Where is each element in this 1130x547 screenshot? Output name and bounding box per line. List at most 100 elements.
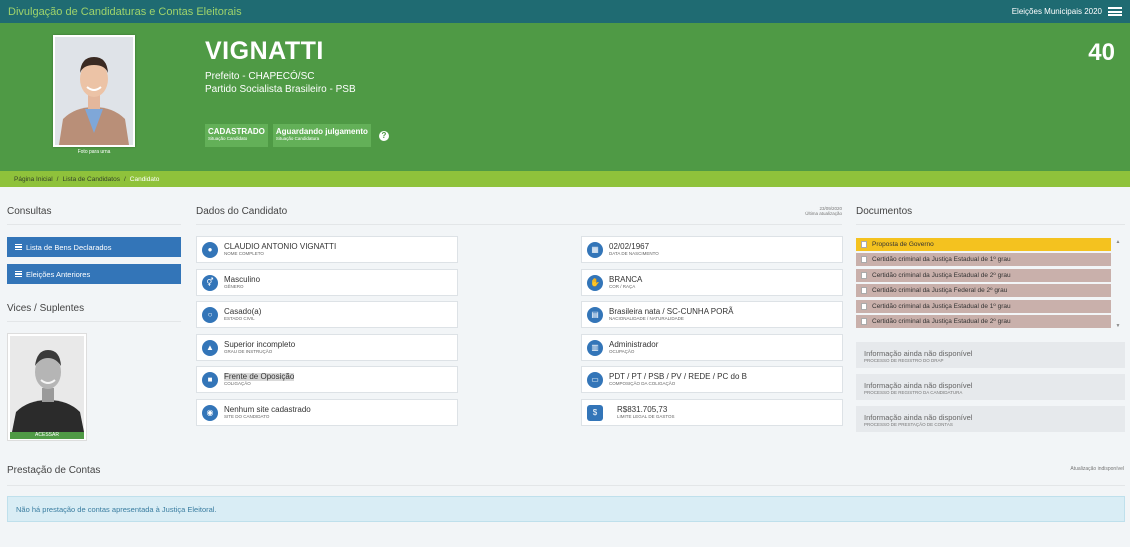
list-icon bbox=[15, 244, 22, 250]
file-icon bbox=[861, 302, 867, 310]
document-label: Certidão criminal da Justiça Estadual de… bbox=[872, 271, 1011, 279]
consultas-title: Consultas bbox=[7, 206, 52, 217]
divider bbox=[7, 224, 181, 225]
candidate-header: Foto para urna VIGNATTI Prefeito - CHAPE… bbox=[0, 23, 1130, 171]
gender-value: Masculino bbox=[224, 274, 261, 284]
scroll-up-icon[interactable]: ▲ bbox=[1114, 238, 1122, 246]
coalition-composition-value: PDT / PT / PSB / PV / REDE / PC do B bbox=[609, 371, 747, 381]
full-name-label: NOME COMPLETO bbox=[224, 250, 264, 256]
birth-date-value: 02/02/1967 bbox=[609, 241, 650, 251]
field-coalition-composition: ▭ PDT / PT / PSB / PV / REDE / PC do B CO… bbox=[581, 366, 843, 393]
coalition-value: Frente de Oposição bbox=[224, 371, 295, 381]
menu-icon[interactable] bbox=[1108, 7, 1122, 16]
document-item[interactable]: Certidão criminal da Justiça Estadual de… bbox=[856, 314, 1111, 328]
field-website: ◉ Nenhum site cadastrado SITE DO CANDIDAT… bbox=[196, 399, 458, 426]
topbar-right: Eleições Municipais 2020 bbox=[1012, 7, 1122, 16]
top-bar: Divulgação de Candidaturas e Contas Elei… bbox=[0, 0, 1130, 23]
gender-label: GÊNERO bbox=[224, 283, 244, 289]
bens-declarados-button[interactable]: Lista de Bens Declarados bbox=[7, 237, 181, 257]
candidate-photo-block: Foto para urna bbox=[53, 35, 135, 155]
info-card-prestacao: Informação ainda não disponível PROCESSO… bbox=[856, 406, 1125, 432]
map-icon: ▤ bbox=[587, 306, 603, 323]
vice-access-button[interactable]: ACESSAR bbox=[10, 432, 84, 439]
candidacy-status-badge: Aguardando julgamento Situação Candidatu… bbox=[272, 124, 371, 147]
coalition-label: COLIGAÇÃO bbox=[224, 380, 251, 386]
breadcrumb-list[interactable]: Lista de Candidatos bbox=[62, 176, 119, 183]
candidate-photo bbox=[53, 35, 135, 147]
globe-icon: ◉ bbox=[202, 404, 218, 421]
file-icon bbox=[861, 271, 867, 279]
help-icon[interactable]: ? bbox=[378, 130, 389, 141]
last-update-note: 23/09/2020 Última atualização bbox=[780, 206, 842, 217]
candidate-office: Prefeito - CHAPECÓ/SC bbox=[205, 71, 315, 82]
dados-title: Dados do Candidato bbox=[196, 206, 288, 217]
prestacao-title: Prestação de Contas bbox=[7, 465, 101, 476]
candidate-party: Partido Socialista Brasileiro - PSB bbox=[205, 84, 356, 95]
calendar-icon: ▦ bbox=[587, 241, 603, 258]
field-gender: ⚥ Masculino GÊNERO bbox=[196, 269, 458, 296]
field-occupation: ▥ Administrador OCUPAÇÃO bbox=[581, 334, 843, 361]
race-value: BRANCA bbox=[609, 274, 643, 284]
document-label: Certidão criminal da Justiça Estadual de… bbox=[872, 256, 1011, 264]
document-label: Certidão criminal da Justiça Federal de … bbox=[872, 287, 1008, 295]
hand-icon: ✋ bbox=[587, 274, 603, 291]
document-item[interactable]: Proposta de Governo bbox=[856, 238, 1111, 251]
candidate-number: 40 bbox=[1088, 39, 1115, 66]
eleicoes-anteriores-button[interactable]: Eleições Anteriores bbox=[7, 264, 181, 284]
prestacao-alert: Não há prestação de contas apresentada à… bbox=[7, 496, 1125, 522]
person-portrait-icon bbox=[55, 37, 133, 145]
info-card-sub: PROCESSO DE PRESTAÇÃO DE CONTAS bbox=[864, 421, 953, 427]
info-card-drap: Informação ainda não disponível PROCESSO… bbox=[856, 342, 1125, 368]
field-nationality: ▤ Brasileira nata / SC-CUNHA PORÃ NACIONA… bbox=[581, 301, 843, 328]
field-birth-date: ▦ 02/02/1967 DATA DE NASCIMENTO bbox=[581, 236, 843, 263]
user-icon: ● bbox=[202, 241, 218, 258]
file-icon bbox=[861, 256, 867, 264]
field-coalition: ■ Frente de Oposição COLIGAÇÃO bbox=[196, 366, 458, 393]
divider bbox=[196, 224, 842, 225]
bens-declarados-label: Lista de Bens Declarados bbox=[26, 242, 112, 252]
status-badges: CADASTRADO Situação Candidato Aguardando… bbox=[205, 124, 389, 147]
document-item[interactable]: Certidão criminal da Justiça Estadual de… bbox=[856, 299, 1111, 313]
app-title[interactable]: Divulgação de Candidaturas e Contas Elei… bbox=[8, 6, 242, 18]
registration-status-sub: Situação Candidato bbox=[208, 136, 248, 141]
candidate-name: VIGNATTI bbox=[205, 37, 324, 65]
vices-title: Vices / Suplentes bbox=[7, 303, 85, 314]
breadcrumb-home[interactable]: Página Inicial bbox=[14, 176, 53, 183]
file-icon bbox=[861, 287, 867, 295]
field-marital-status: ○ Casado(a) ESTADO CIVIL bbox=[196, 301, 458, 328]
coalition-composition-label: COMPOSIÇÃO DA COLIGAÇÃO bbox=[609, 380, 676, 386]
document-label: Certidão criminal da Justiça Estadual de… bbox=[872, 317, 1011, 325]
documentos-title: Documentos bbox=[856, 206, 913, 217]
person-portrait-icon bbox=[10, 336, 84, 432]
documents-list: Proposta de Governo Certidão criminal da… bbox=[856, 238, 1122, 330]
document-item[interactable]: Certidão criminal da Justiça Estadual de… bbox=[856, 268, 1111, 282]
info-card-title: Informação ainda não disponível bbox=[864, 349, 973, 358]
candidacy-status-title: Aguardando julgamento bbox=[275, 127, 368, 136]
document-label: Certidão criminal da Justiça Estadual de… bbox=[872, 302, 1011, 310]
document-item[interactable]: Certidão criminal da Justiça Federal de … bbox=[856, 284, 1111, 298]
breadcrumb: Página Inicial / Lista de Candidatos / C… bbox=[0, 171, 1130, 187]
dollar-icon: $ bbox=[587, 404, 603, 421]
file-icon bbox=[861, 241, 867, 248]
document-item[interactable]: Certidão criminal da Justiça Estadual de… bbox=[856, 253, 1111, 267]
divider bbox=[7, 485, 1125, 486]
race-label: COR / RAÇA bbox=[609, 283, 636, 289]
spending-limit-value: R$831.705,73 bbox=[617, 404, 668, 414]
prestacao-update-note: Atualização indisponível bbox=[1070, 466, 1124, 472]
education-value: Superior incompleto bbox=[224, 339, 296, 349]
document-label: Proposta de Governo bbox=[872, 241, 934, 248]
info-card-title: Informação ainda não disponível bbox=[864, 381, 973, 390]
scroll-down-icon[interactable]: ▼ bbox=[1114, 322, 1122, 330]
eleicoes-anteriores-label: Eleições Anteriores bbox=[26, 269, 91, 279]
candidacy-status-sub: Situação Candidatura bbox=[275, 136, 320, 141]
file-icon bbox=[861, 317, 867, 325]
ring-icon: ○ bbox=[202, 306, 218, 323]
field-spending-limit: $ R$831.705,73 LIMITE LEGAL DE GASTOS bbox=[581, 399, 843, 426]
nationality-label: NACIONALIDADE / NATURALIDADE bbox=[609, 315, 684, 321]
documents-scrollbar[interactable]: ▲ ▼ bbox=[1114, 238, 1122, 330]
vice-card[interactable]: ACESSAR bbox=[7, 333, 87, 441]
info-card-sub: PROCESSO DE REGISTRO DA CANDIDATURA bbox=[864, 389, 963, 395]
breadcrumb-current: Candidato bbox=[129, 175, 160, 183]
spending-limit-label: LIMITE LEGAL DE GASTOS bbox=[617, 413, 675, 419]
website-label: SITE DO CANDIDATO bbox=[224, 413, 270, 419]
